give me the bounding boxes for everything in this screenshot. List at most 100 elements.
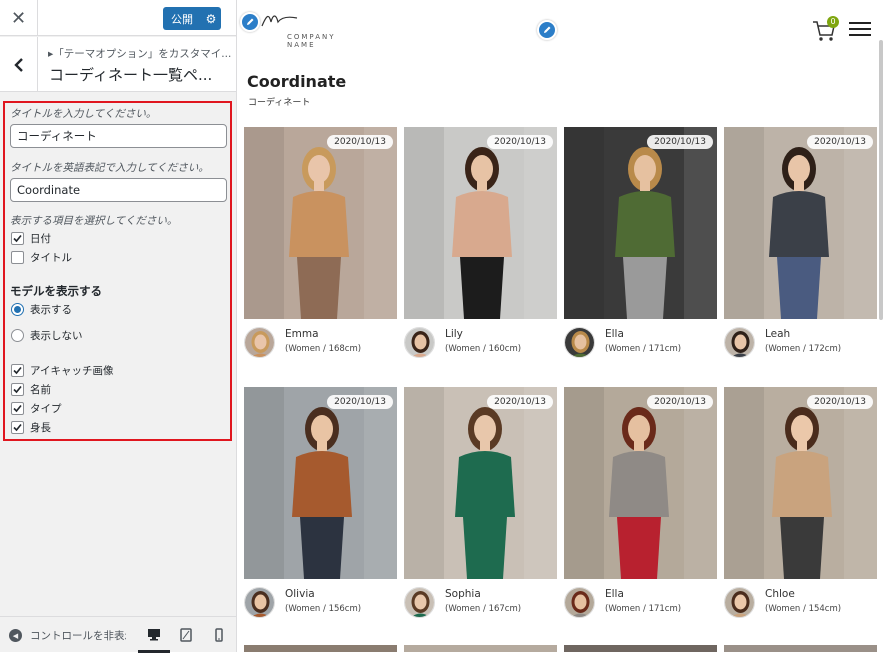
avatar[interactable] bbox=[724, 327, 755, 358]
avatar[interactable] bbox=[244, 587, 275, 618]
model-details: (Women / 168cm) bbox=[285, 344, 362, 354]
gear-icon[interactable]: ⚙ bbox=[201, 12, 221, 26]
checkbox-date-row[interactable]: 日付 bbox=[10, 229, 224, 248]
model-name[interactable]: Ella bbox=[605, 588, 624, 600]
coordinate-card[interactable]: 2020/10/13 Ella (Women / 171cm) bbox=[564, 127, 717, 361]
coordinate-photo[interactable]: 2020/10/13 bbox=[564, 127, 717, 319]
coordinate-card[interactable]: 2020/10/13 Chloe (Women / 154cm) bbox=[724, 387, 877, 621]
avatar[interactable] bbox=[244, 327, 275, 358]
title-en-field-label: タイトルを英語表記で入力してください。 bbox=[10, 162, 209, 174]
avatar[interactable] bbox=[404, 327, 435, 358]
chevron-left-icon[interactable] bbox=[13, 57, 25, 72]
coordinate-photo[interactable]: 2020/10/13 bbox=[404, 127, 557, 319]
tablet-preview-button[interactable] bbox=[170, 617, 202, 653]
checkbox-eyecatch-row[interactable]: アイキャッチ画像 bbox=[10, 361, 224, 380]
check-icon bbox=[13, 423, 22, 432]
coordinate-card-partial[interactable] bbox=[244, 645, 397, 652]
checkbox-name[interactable] bbox=[11, 383, 24, 396]
logo-text: COMPANY NAME bbox=[287, 33, 336, 49]
site-logo[interactable]: COMPANY NAME bbox=[255, 8, 345, 49]
coordinate-card[interactable]: 2020/10/13 Olivia (Women / 156cm) bbox=[244, 387, 397, 621]
coordinate-card[interactable]: 2020/10/13 Leah (Women / 172cm) bbox=[724, 127, 877, 361]
radio-hide[interactable] bbox=[11, 329, 24, 342]
model-info: Sophia (Women / 167cm) bbox=[404, 579, 557, 621]
tablet-icon[interactable] bbox=[179, 628, 193, 642]
photo-illustration bbox=[564, 387, 717, 579]
model-name[interactable]: Emma bbox=[285, 328, 319, 340]
site-preview: COMPANY NAME 0 Coordinate コーディネート 2020/1… bbox=[237, 0, 885, 652]
checkbox-date-label: 日付 bbox=[30, 233, 51, 245]
publish-label[interactable]: 公開 bbox=[163, 11, 201, 27]
avatar-illustration bbox=[405, 588, 434, 617]
checkbox-type-label: タイプ bbox=[30, 403, 62, 415]
section-title: コーディネート一覧ペ... bbox=[49, 66, 213, 84]
photo-illustration bbox=[404, 127, 557, 319]
coordinate-card[interactable]: 2020/10/13 Lily (Women / 160cm) bbox=[404, 127, 557, 361]
model-name[interactable]: Olivia bbox=[285, 588, 315, 600]
publish-button[interactable]: 公開 ⚙ bbox=[163, 7, 221, 30]
coordinate-card-partial[interactable] bbox=[404, 645, 557, 652]
checkbox-type-row[interactable]: タイプ bbox=[10, 399, 224, 418]
mobile-preview-button[interactable] bbox=[203, 617, 235, 653]
checkbox-name-row[interactable]: 名前 bbox=[10, 380, 224, 399]
model-info: Leah (Women / 172cm) bbox=[724, 319, 877, 361]
edit-header-icon[interactable] bbox=[537, 20, 557, 40]
hide-controls-label[interactable]: コントロールを非表示 bbox=[30, 628, 126, 643]
coordinate-photo[interactable]: 2020/10/13 bbox=[404, 387, 557, 579]
coordinate-photo[interactable]: 2020/10/13 bbox=[564, 387, 717, 579]
model-name[interactable]: Ella bbox=[605, 328, 624, 340]
preview-scrollbar[interactable] bbox=[879, 40, 883, 320]
avatar[interactable] bbox=[564, 587, 595, 618]
avatar[interactable] bbox=[404, 587, 435, 618]
avatar[interactable] bbox=[564, 327, 595, 358]
hamburger-menu-icon[interactable] bbox=[849, 22, 871, 38]
cart-count-badge: 0 bbox=[827, 16, 839, 28]
avatar[interactable] bbox=[724, 587, 755, 618]
checkbox-name-label: 名前 bbox=[30, 384, 51, 396]
coordinate-photo[interactable]: 2020/10/13 bbox=[724, 387, 877, 579]
edit-logo-icon[interactable] bbox=[240, 12, 260, 32]
checkbox-title-row[interactable]: タイトル bbox=[10, 248, 224, 267]
mobile-icon[interactable] bbox=[212, 628, 226, 642]
coordinate-photo[interactable]: 2020/10/13 bbox=[244, 127, 397, 319]
photo-illustration bbox=[724, 127, 877, 319]
close-icon[interactable]: ✕ bbox=[0, 0, 38, 36]
checkbox-type[interactable] bbox=[11, 402, 24, 415]
controls-area: タイトルを入力してください。 コーディネート タイトルを英語表記で入力してくださ… bbox=[3, 101, 232, 441]
desktop-preview-button[interactable] bbox=[138, 617, 170, 653]
coordinate-card-partial[interactable] bbox=[564, 645, 717, 652]
model-details: (Women / 171cm) bbox=[605, 604, 682, 614]
avatar-illustration bbox=[245, 328, 274, 357]
title-en-input[interactable]: Coordinate bbox=[10, 178, 227, 202]
coordinate-photo[interactable]: 2020/10/13 bbox=[244, 387, 397, 579]
model-name[interactable]: Lily bbox=[445, 328, 463, 340]
radio-hide-row[interactable]: 表示しない bbox=[10, 326, 224, 345]
checkbox-title[interactable] bbox=[11, 251, 24, 264]
model-name[interactable]: Leah bbox=[765, 328, 790, 340]
back-button[interactable] bbox=[0, 37, 38, 92]
checkbox-date[interactable] bbox=[11, 232, 24, 245]
desktop-icon[interactable] bbox=[147, 627, 161, 641]
checkbox-height[interactable] bbox=[11, 421, 24, 434]
title-input[interactable]: コーディネート bbox=[10, 124, 227, 148]
date-badge: 2020/10/13 bbox=[327, 135, 393, 149]
model-name[interactable]: Sophia bbox=[445, 588, 481, 600]
model-name[interactable]: Chloe bbox=[765, 588, 795, 600]
title-field-label: タイトルを入力してください。 bbox=[10, 108, 157, 120]
collapse-icon[interactable]: ◀ bbox=[9, 629, 22, 642]
hide-controls-button[interactable]: ◀ コントロールを非表示 bbox=[9, 628, 126, 643]
coordinate-card-partial[interactable] bbox=[724, 645, 877, 652]
coordinate-card[interactable]: 2020/10/13 Emma (Women / 168cm) bbox=[244, 127, 397, 361]
model-info: Chloe (Women / 154cm) bbox=[724, 579, 877, 621]
radio-show-row[interactable]: 表示する bbox=[10, 300, 224, 319]
date-badge: 2020/10/13 bbox=[327, 395, 393, 409]
coordinate-photo[interactable]: 2020/10/13 bbox=[724, 127, 877, 319]
coordinate-card[interactable]: 2020/10/13 Sophia (Women / 167cm) bbox=[404, 387, 557, 621]
checkbox-eyecatch[interactable] bbox=[11, 364, 24, 377]
radio-show[interactable] bbox=[11, 303, 24, 316]
checkbox-height-row[interactable]: 身長 bbox=[10, 418, 224, 437]
avatar-illustration bbox=[245, 588, 274, 617]
checkbox-height-label: 身長 bbox=[30, 422, 51, 434]
coordinate-card[interactable]: 2020/10/13 Ella (Women / 171cm) bbox=[564, 387, 717, 621]
checkbox-title-label: タイトル bbox=[30, 252, 72, 264]
